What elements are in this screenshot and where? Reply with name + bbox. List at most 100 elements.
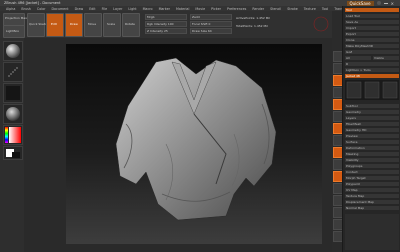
left-shelf bbox=[0, 38, 25, 252]
menu-file[interactable]: File bbox=[102, 7, 108, 11]
tray-item-normal-map[interactable]: Normal Map bbox=[345, 206, 399, 210]
thumbnail-grid-icon bbox=[346, 81, 398, 99]
menu-tool[interactable]: Tool bbox=[322, 7, 328, 11]
total-points-readout: TotalPoints: 1.452 Mil bbox=[236, 24, 268, 28]
tray-item-texture-map[interactable]: Texture Map bbox=[345, 194, 399, 198]
swatch-icon bbox=[6, 149, 20, 158]
quick-sketch-button[interactable]: Quick Sketch bbox=[27, 13, 49, 37]
tray-item-make-polymesh[interactable]: Make PolyMesh3D bbox=[345, 44, 399, 48]
tray-item-r[interactable]: R bbox=[345, 62, 399, 66]
focal-shift-label: Focal Shift 0 bbox=[192, 22, 211, 26]
alpha-icon bbox=[6, 86, 20, 100]
menu-material[interactable]: Material bbox=[176, 7, 189, 11]
tray-item-export[interactable]: Export bbox=[345, 32, 399, 36]
tray-item-preview[interactable]: Preview bbox=[345, 134, 399, 138]
mrgb-toggle[interactable]: Mrgb bbox=[145, 14, 187, 20]
quicksave-button[interactable]: QuickSave bbox=[346, 0, 374, 6]
menu-marker[interactable]: Marker bbox=[159, 7, 170, 11]
navigation-widget[interactable] bbox=[312, 13, 330, 35]
right-shelf bbox=[332, 11, 343, 252]
edit-label: Edit bbox=[51, 22, 57, 26]
tray-item-load-tool[interactable]: Load Tool bbox=[345, 14, 399, 18]
document-canvas[interactable] bbox=[66, 44, 322, 244]
tray-item-uv-map[interactable]: UV Map bbox=[345, 188, 399, 192]
menu-edit[interactable]: Edit bbox=[89, 7, 95, 11]
tool-tray: Tool Load Tool Save As Import Export Clo… bbox=[342, 6, 400, 252]
rgb-intensity-label: Rgb Intensity 100 bbox=[147, 22, 174, 26]
tray-item-masking[interactable]: Masking bbox=[345, 152, 399, 156]
color-swatches[interactable] bbox=[3, 146, 23, 160]
brush-selector[interactable] bbox=[3, 41, 23, 61]
tray-item-clone[interactable]: Clone bbox=[345, 38, 399, 42]
menu-macro[interactable]: Macro bbox=[143, 7, 153, 11]
draw-size-label: Draw Size 64 bbox=[192, 29, 212, 33]
draw-button[interactable]: Draw bbox=[65, 13, 83, 37]
tray-item-visible[interactable]: Visible bbox=[373, 56, 399, 60]
stroke-selector[interactable] bbox=[3, 62, 23, 82]
tray-item-polygroups[interactable]: Polygroups bbox=[345, 164, 399, 168]
menu-light[interactable]: Light bbox=[128, 7, 136, 11]
tool-thumbnails[interactable] bbox=[345, 80, 399, 100]
z-intensity-slider[interactable]: Z Intensity 25 bbox=[145, 28, 187, 34]
z-intensity-label: Z Intensity 25 bbox=[147, 29, 168, 33]
tray-item-fibermesh[interactable]: FiberMesh bbox=[345, 122, 399, 126]
tray-item-import[interactable]: Import bbox=[345, 26, 399, 30]
minimize-icon[interactable] bbox=[383, 2, 388, 4]
tray-item-geometry-hd[interactable]: Geometry HD bbox=[345, 128, 399, 132]
menu-document[interactable]: Document bbox=[52, 7, 69, 11]
active-points-readout: ActivePoints: 1.452 Mil bbox=[236, 16, 271, 20]
tray-item-save-as[interactable]: Save As bbox=[345, 20, 399, 24]
menu-layer[interactable]: Layer bbox=[113, 7, 122, 11]
mrgb-label: Mrgb bbox=[147, 15, 155, 19]
tray-item-subtool[interactable]: SubTool bbox=[345, 104, 399, 108]
menu-movie[interactable]: Movie bbox=[195, 7, 205, 11]
menu-alpha[interactable]: Alpha bbox=[6, 7, 15, 11]
material-selector[interactable] bbox=[3, 104, 23, 124]
jacket-model-icon[interactable] bbox=[66, 44, 322, 244]
brush-sphere-icon bbox=[6, 44, 20, 58]
menu-render[interactable]: Render bbox=[252, 7, 264, 11]
tray-item-surface[interactable]: Surface bbox=[345, 140, 399, 144]
tray-item-tool[interactable]: Tool bbox=[345, 8, 399, 12]
menu-preferences[interactable]: Preferences bbox=[227, 7, 246, 11]
scale-button[interactable]: Scale bbox=[103, 13, 121, 37]
window-title: ZBrush 4R6 [Jacket] - Document bbox=[4, 1, 61, 5]
menu-stencil[interactable]: Stencil bbox=[270, 7, 281, 11]
draw-size-slider[interactable]: Draw Size 64 bbox=[190, 28, 232, 34]
help-icon[interactable] bbox=[376, 1, 381, 5]
zadd-label: Zadd bbox=[192, 15, 200, 19]
draw-label: Draw bbox=[70, 22, 78, 26]
canvas-area[interactable] bbox=[24, 38, 332, 252]
focal-shift-slider[interactable]: Focal Shift 0 bbox=[190, 21, 232, 27]
tray-item-polypaint[interactable]: Polypaint bbox=[345, 182, 399, 186]
tray-item-contact[interactable]: Contact bbox=[345, 170, 399, 174]
menu-picker[interactable]: Picker bbox=[211, 7, 221, 11]
tray-item-all[interactable]: All bbox=[345, 56, 371, 60]
menu-draw[interactable]: Draw bbox=[75, 7, 84, 11]
rotate-button[interactable]: Rotate bbox=[122, 13, 140, 37]
close-icon[interactable]: × bbox=[391, 1, 394, 6]
tray-item-goz[interactable]: GoZ bbox=[345, 50, 399, 54]
menu-stroke[interactable]: Stroke bbox=[287, 7, 298, 11]
color-picker[interactable] bbox=[3, 125, 23, 145]
tray-item-lightbox-tools[interactable]: Lightbox > Tools bbox=[345, 68, 399, 72]
tray-item-geometry[interactable]: Geometry bbox=[345, 110, 399, 114]
tray-item-displacement-map[interactable]: Displacement Map bbox=[345, 200, 399, 204]
lightbox-button[interactable]: LightBox bbox=[3, 25, 25, 38]
tray-item-morph-target[interactable]: Morph Target bbox=[345, 176, 399, 180]
menu-brush[interactable]: Brush bbox=[21, 7, 31, 11]
tray-item-layers[interactable]: Layers bbox=[345, 116, 399, 120]
tray-panel-fill bbox=[345, 214, 399, 250]
tray-item-visibility[interactable]: Visibility bbox=[345, 158, 399, 162]
zadd-toggle[interactable]: Zadd bbox=[190, 14, 232, 20]
alpha-selector[interactable] bbox=[3, 83, 23, 103]
menu-texture[interactable]: Texture bbox=[304, 7, 316, 11]
edit-button[interactable]: Edit bbox=[46, 13, 64, 37]
menu-color[interactable]: Color bbox=[37, 7, 46, 11]
tray-item-deformation[interactable]: Deformation bbox=[345, 146, 399, 150]
lightbox-label: LightBox bbox=[6, 29, 20, 33]
move-button[interactable]: Move bbox=[84, 13, 102, 37]
tray-item-jacket[interactable]: Jacket 48 bbox=[345, 74, 399, 78]
rgb-intensity-slider[interactable]: Rgb Intensity 100 bbox=[145, 21, 187, 27]
color-wheel-icon bbox=[5, 127, 21, 143]
